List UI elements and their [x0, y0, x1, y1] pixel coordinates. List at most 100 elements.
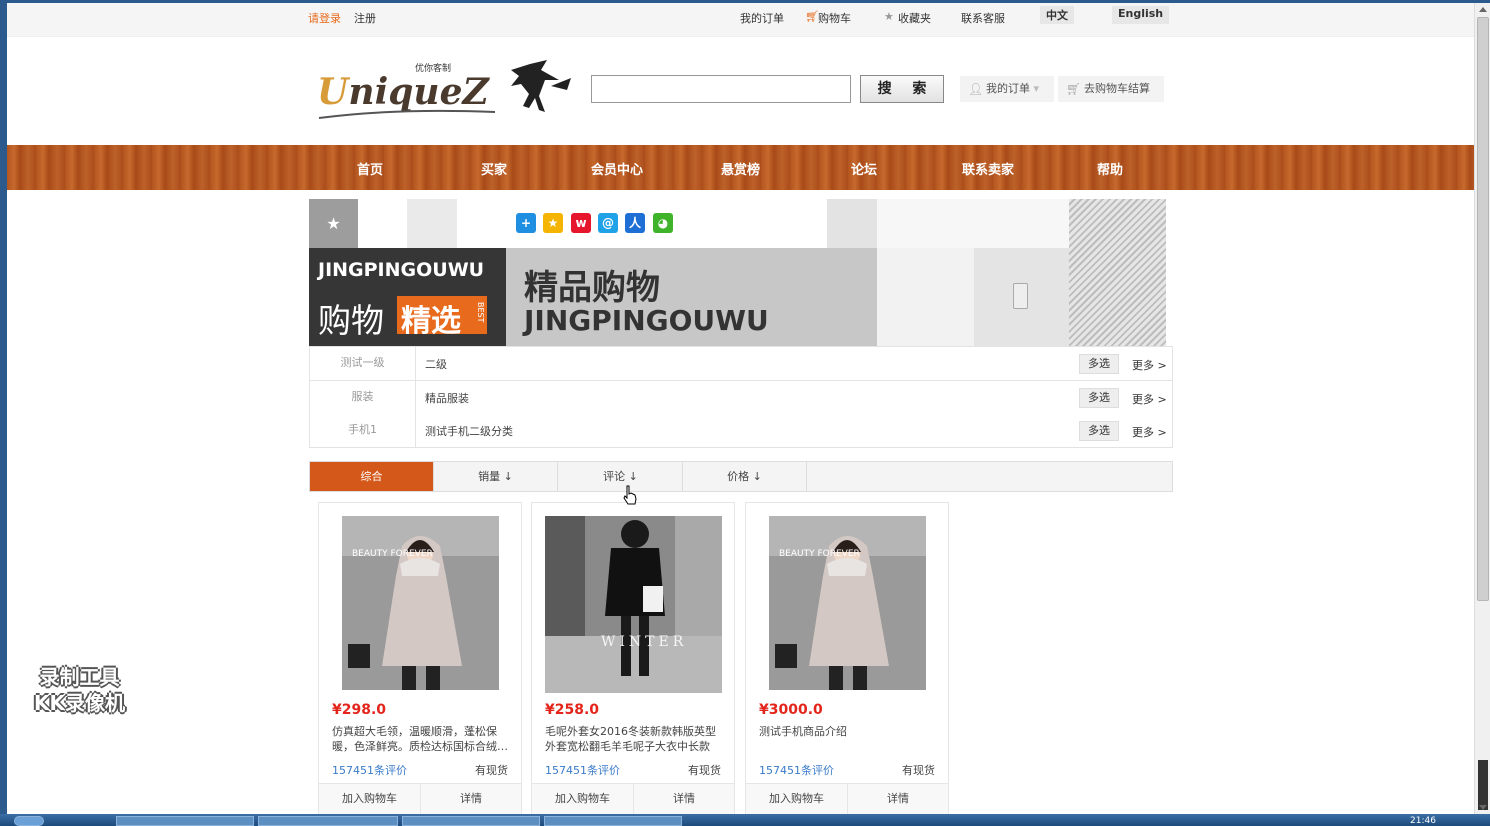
share-qzone-icon[interactable]: ★ [543, 213, 563, 233]
detail-button[interactable]: 详情 [633, 784, 734, 814]
checkout-button[interactable]: 🛒︎ 去购物车结算 [1058, 76, 1164, 102]
svg-text:UniqueZ: UniqueZ [317, 71, 491, 113]
watermark-line2: KK录像机 [34, 691, 125, 715]
top-my-orders-link[interactable]: 我的订单 [740, 10, 784, 26]
scrollbar-thumb[interactable] [1477, 17, 1489, 601]
cart-icon: 🛒︎ [805, 10, 819, 23]
add-to-cart-button[interactable]: 加入购物车 [746, 784, 847, 814]
product-image[interactable]: BEAUTY FOREVER [342, 516, 499, 690]
taskbar-item[interactable] [258, 816, 398, 826]
os-taskbar: 21:46 [0, 814, 1490, 826]
category-value[interactable]: 精品服装 [425, 390, 469, 406]
banner-highlight-text: 精选 [401, 304, 461, 339]
nav-buyer[interactable]: 买家 [481, 159, 507, 178]
add-to-cart-button[interactable]: 加入购物车 [319, 784, 420, 814]
top-utility-bar: 请登录 注册 我的订单 🛒︎ 购物车 ★ 收藏夹 联系客服 中文 English [7, 3, 1474, 37]
banner-strip [407, 199, 457, 248]
banner-best-text: BEST [476, 302, 485, 323]
phone-icon [1013, 283, 1028, 309]
multi-select-button[interactable]: 多选 [1079, 421, 1119, 441]
site-logo[interactable]: 优你客制 UniqueZ [315, 56, 575, 124]
product-card[interactable]: WINTER ¥258.0 毛呢外套女2016冬装新款韩版英型外套宽松翻毛羊毛呢… [531, 502, 735, 814]
share-tencent-icon[interactable]: @ [598, 213, 618, 233]
nav-forum[interactable]: 论坛 [851, 159, 877, 178]
sort-tab-sales[interactable]: 销量 ↓ [434, 462, 558, 491]
customer-service-link[interactable]: 联系客服 [961, 10, 1005, 26]
scroll-down-icon[interactable] [1479, 805, 1487, 810]
product-image-text: WINTER [601, 634, 687, 650]
detail-button[interactable]: 详情 [420, 784, 521, 814]
vertical-scrollbar[interactable] [1474, 3, 1490, 814]
top-cart-link[interactable]: 购物车 [818, 10, 851, 26]
lang-english[interactable]: English [1112, 6, 1170, 24]
multi-select-button[interactable]: 多选 [1079, 354, 1119, 374]
watermark-line1: 录制工具 [39, 665, 120, 689]
hand-cursor-icon [623, 485, 637, 505]
nav-help[interactable]: 帮助 [1097, 159, 1123, 178]
share-weibo-icon[interactable]: w [571, 213, 591, 233]
cart-outline-icon: 🛒︎ [1066, 82, 1082, 96]
promo-banner[interactable]: ★ JINGPINGOUWU 购物 精选 BEST 精品购物 JINGPINGO… [309, 199, 1166, 347]
category-value[interactable]: 测试手机二级分类 [425, 423, 513, 439]
window-frame-left [0, 0, 7, 814]
detail-button[interactable]: 详情 [847, 784, 948, 814]
product-image[interactable]: BEAUTY FOREVER [769, 516, 926, 690]
sort-tab-reviews[interactable]: 评论 ↓ [559, 462, 683, 491]
category-label: 测试一级 [310, 347, 416, 380]
share-wechat-icon[interactable]: ◕ [653, 213, 673, 233]
start-button[interactable] [14, 816, 44, 826]
product-actions: 加入购物车 详情 [319, 783, 521, 814]
search-input[interactable] [591, 75, 851, 103]
product-price: ¥298.0 [332, 702, 387, 718]
add-to-cart-button[interactable]: 加入购物车 [532, 784, 633, 814]
product-reviews-link[interactable]: 157451条评价 [332, 762, 407, 778]
login-link[interactable]: 请登录 [308, 10, 341, 26]
header-my-orders-button[interactable]: 👤︎ 我的订单 ▾ [960, 76, 1054, 102]
taskbar-item[interactable] [116, 816, 254, 826]
product-image-text: BEAUTY FOREVER [779, 549, 860, 559]
product-actions: 加入购物车 详情 [532, 783, 734, 814]
more-link[interactable]: 更多 > [1132, 424, 1167, 440]
banner-en-title2: JINGPINGOUWU [524, 304, 769, 337]
product-price: ¥3000.0 [759, 702, 823, 718]
search-button[interactable]: 搜 索 [860, 75, 944, 103]
nav-bounty[interactable]: 悬赏榜 [721, 159, 760, 178]
taskbar-item[interactable] [402, 816, 540, 826]
product-card[interactable]: BEAUTY FOREVER ¥298.0 仿真超大毛领，温暖顺滑，蓬松保暖，色… [318, 502, 522, 814]
banner-mobile-tile[interactable] [974, 248, 1069, 347]
banner-strip [877, 199, 1069, 248]
product-image-text: BEAUTY FOREVER [352, 549, 433, 559]
taskbar-item[interactable] [544, 816, 682, 826]
product-image[interactable]: WINTER [545, 516, 722, 693]
product-reviews-link[interactable]: 157451条评价 [759, 762, 834, 778]
header-my-orders-label: 我的订单 [986, 82, 1030, 95]
banner-title-panel: 精品购物 JINGPINGOUWU [506, 248, 877, 347]
nav-contact-seller[interactable]: 联系卖家 [962, 159, 1014, 178]
category-value[interactable]: 二级 [425, 356, 447, 372]
banner-star-icon[interactable]: ★ [309, 199, 358, 248]
more-link[interactable]: 更多 > [1132, 357, 1167, 373]
favorites-link[interactable]: 收藏夹 [898, 10, 931, 26]
product-description[interactable]: 仿真超大毛领，温暖顺滑，蓬松保暖，色泽鲜亮。质检达标国标合绒… [332, 724, 510, 754]
more-link[interactable]: 更多 > [1132, 391, 1167, 407]
category-row: 手机1 测试手机二级分类 多选 更多 > [309, 414, 1173, 448]
nav-member-center[interactable]: 会员中心 [591, 159, 643, 178]
multi-select-button[interactable]: 多选 [1079, 388, 1119, 408]
share-plus-icon[interactable]: + [516, 213, 536, 233]
lang-chinese[interactable]: 中文 [1040, 6, 1074, 24]
user-icon: 👤︎ [968, 82, 984, 96]
sort-tab-default[interactable]: 综合 [310, 462, 434, 491]
product-description[interactable]: 毛呢外套女2016冬装新款韩版英型外套宽松翻毛羊毛呢子大衣中长款 [545, 724, 723, 754]
product-description[interactable]: 测试手机商品介绍 [759, 724, 937, 754]
sort-tab-price[interactable]: 价格 ↓ [683, 462, 807, 491]
taskbar-clock: 21:46 [1410, 816, 1436, 826]
product-reviews-link[interactable]: 157451条评价 [545, 762, 620, 778]
nav-home[interactable]: 首页 [357, 159, 383, 178]
scroll-up-icon[interactable] [1479, 7, 1487, 12]
banner-strip [827, 199, 877, 248]
register-link[interactable]: 注册 [354, 10, 376, 26]
product-actions: 加入购物车 详情 [746, 783, 948, 814]
banner-left-panel: JINGPINGOUWU 购物 精选 BEST [309, 248, 506, 347]
share-renren-icon[interactable]: 人 [625, 213, 645, 233]
product-card[interactable]: BEAUTY FOREVER ¥3000.0 测试手机商品介绍 157451条评… [745, 502, 949, 814]
